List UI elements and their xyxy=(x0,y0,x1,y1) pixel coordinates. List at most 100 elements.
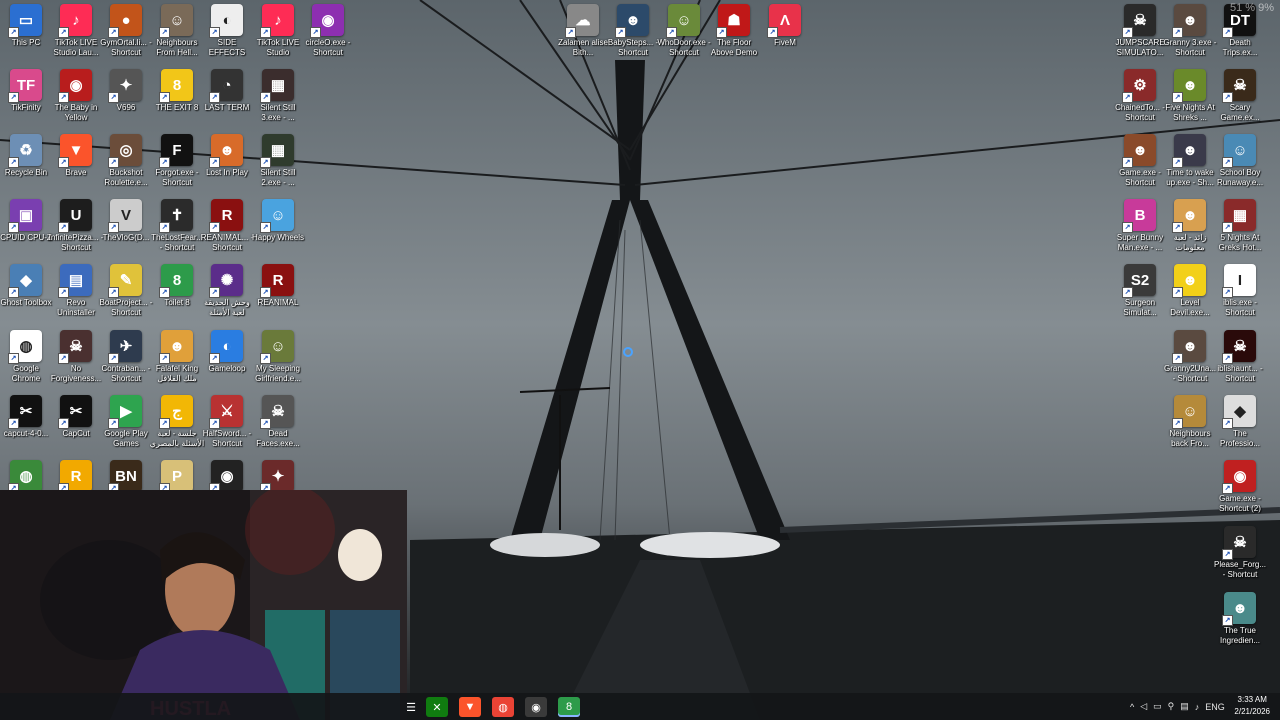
app-icon: ☻ ↗ xyxy=(1172,4,1206,38)
desktop-icon-neighbours-from-hell[interactable]: ☺ ↗ Neighbours From Hell... xyxy=(152,4,202,66)
desktop-icon-brave[interactable]: ▼ ↗ Brave xyxy=(51,134,101,196)
desktop-icon-reanimal-shortcut[interactable]: R ↗ REANIMAL... - Shortcut xyxy=(201,199,253,261)
shortcut-arrow-icon: ↗ xyxy=(666,27,677,38)
app-icon: 8 ↗ xyxy=(159,69,193,103)
volume-icon[interactable]: ◁ xyxy=(1140,701,1147,712)
desktop-icon-infinitepizza-shortcut[interactable]: U ↗ InfinitePizza... - Shortcut xyxy=(49,199,103,261)
desktop-icon-item-29[interactable]: ✺ ↗ وحش الحديقة لعبة الأمثلة xyxy=(202,264,252,326)
desktop-icon-gameloop[interactable]: ◐ ↗ Gameloop xyxy=(202,330,252,392)
taskbar-toilet8-icon[interactable]: 8 xyxy=(558,697,580,717)
speaker-icon[interactable]: ♪ xyxy=(1195,702,1200,712)
desktop-icon-level-devil-exe[interactable]: ☻ ↗ Level Devil.exe... xyxy=(1165,264,1215,326)
desktop-icon-super-bunny-man-exe[interactable]: B ↗ Super Bunny Man.exe - ... xyxy=(1115,199,1165,261)
shortcut-arrow-icon: ↗ xyxy=(1222,222,1233,233)
desktop-icon-halfsword-shortcut[interactable]: ⚔ ↗ HalfSword... - Shortcut xyxy=(202,395,252,457)
taskbar-chrome-icon[interactable]: ◍ xyxy=(492,697,514,717)
desktop-icon-thelostfear-shortcut[interactable]: ✝ ↗ TheLostFear... - Shortcut xyxy=(151,199,203,261)
desktop-icon-tiktok-live-studio-lau[interactable]: ♪ ↗ TikTok LIVE Studio Lau... xyxy=(51,4,101,66)
desktop-icon-my-sleeping-girlfriend-e[interactable]: ☺ ↗ My Sleeping Girlfriend.e... xyxy=(253,330,303,392)
desktop-icon-granny2una-shortcut[interactable]: ☻ ↗ Granny2Una... - Shortcut xyxy=(1164,330,1216,392)
desktop-icon-whodoor-exe-shortcut[interactable]: ☺ ↗ WhoDoor.exe - Shortcut xyxy=(657,4,711,66)
app-icon: ☠ ↗ xyxy=(1222,330,1256,364)
desktop-icon-contraban-shortcut[interactable]: ✈ ↗ Contraban... - Shortcut xyxy=(101,330,151,392)
desktop-icon-label: CapCut xyxy=(62,429,90,438)
desktop-icon-iblishaunt-shortcut[interactable]: ☠ ↗ iblishaunt... - Shortcut xyxy=(1215,330,1265,392)
desktop-icon-chainedto-shortcut[interactable]: ⚙ ↗ ChainedTo... - Shortcut xyxy=(1115,69,1165,131)
desktop-icon-circleo-exe-shortcut[interactable]: ◉ ↗ circleO.exe - Shortcut xyxy=(303,4,353,66)
desktop-icon-the-professio[interactable]: ◆ ↗ The Professio... xyxy=(1215,395,1265,457)
desktop-icon-this-pc[interactable]: ▭ ↗ This PC xyxy=(1,4,51,66)
desktop-icon-toilet-8[interactable]: 8 ↗ Toilet 8 xyxy=(152,264,202,326)
desktop-icon-the-floor-above-demo[interactable]: ☗ ↗ The Floor Above Demo xyxy=(709,4,759,66)
desktop-icon-scary-game-ex[interactable]: ☠ ↗ Scary Game.ex... xyxy=(1215,69,1265,131)
desktop-icon-iblis-exe-shortcut[interactable]: I ↗ iblis.exe - Shortcut xyxy=(1215,264,1265,326)
desktop-icon-time-to-wake-up-exe-sh[interactable]: ☻ ↗ Time to wake up.exe - Sh... xyxy=(1165,134,1215,196)
taskview-icon[interactable]: ☰ xyxy=(400,697,422,717)
desktop-icon-five-nights-at-shreks[interactable]: ☻ ↗ Five Nights At Shreks ... xyxy=(1165,69,1215,131)
desktop-icon-the-true-ingredien[interactable]: ☻ ↗ The True Ingredien... xyxy=(1215,592,1265,654)
clock[interactable]: 3:33 AM 2/21/2026 xyxy=(1234,694,1270,718)
desktop-icon-zalamen-alise-bith[interactable]: ☁ ↗ Zalamen alise Bith... xyxy=(558,4,608,66)
desktop-icon-neighbours-back-fro[interactable]: ☺ ↗ Neighbours back Fro... xyxy=(1165,395,1215,457)
desktop-icon-v696[interactable]: ✦ ↗ V696 xyxy=(101,69,151,131)
desktop-icon-dead-faces-exe[interactable]: ☠ ↗ Dead Faces.exe... xyxy=(253,395,303,457)
desktop-icon-surgeon-simulat[interactable]: S2 ↗ Surgeon Simulat... xyxy=(1115,264,1165,326)
camera-icon[interactable]: ▭ xyxy=(1153,701,1162,712)
shortcut-arrow-icon: ↗ xyxy=(260,92,271,103)
desktop-icon-reanimal[interactable]: R ↗ REANIMAL xyxy=(253,264,303,326)
desktop-icon-ghost-toolbox[interactable]: ◆ ↗ Ghost Toolbox xyxy=(1,264,52,326)
desktop-icon-capcut[interactable]: ✂ ↗ CapCut xyxy=(51,395,101,457)
desktop-icon-lost-in-play[interactable]: ☻ ↗ Lost In Play xyxy=(202,134,252,196)
desktop-icon-item-10[interactable]: ☻ ↗ زائد - لعبة معلومات xyxy=(1165,199,1215,261)
desktop-icon-school-boy-runaway-e[interactable]: ☺ ↗ School Boy Runaway.e... xyxy=(1215,134,1265,196)
desktop-icon-boatproject-shortcut[interactable]: ✎ ↗ BoatProject... - Shortcut xyxy=(100,264,152,326)
desktop-icon-babysteps-shortcut[interactable]: ☻ ↗ BabySteps... - Shortcut xyxy=(608,4,658,66)
desktop-icon-falafel-king[interactable]: ☻ ↗ Falafel King ملك الفلافل xyxy=(152,330,202,392)
desktop-icon-label: SIDE EFFECTS xyxy=(208,38,246,57)
taskbar-obs-icon[interactable]: ◉ xyxy=(525,697,547,717)
desktop-icon-thevlog-d[interactable]: V ↗ TheVloG(D... xyxy=(101,199,151,261)
taskbar-brave-icon[interactable]: ▼ xyxy=(459,697,481,717)
shortcut-arrow-icon: ↗ xyxy=(1222,483,1233,494)
desktop-icon-the-exit-8[interactable]: 8 ↗ THE EXIT 8 xyxy=(152,69,202,131)
desktop-icon-label: THE EXIT 8 xyxy=(155,103,199,112)
language-indicator[interactable]: ENG xyxy=(1205,702,1225,712)
desktop-icon-please-forg-shortcut[interactable]: ☠ ↗ Please_Forg... - Shortcut xyxy=(1214,526,1266,588)
desktop-icon-happy-wheels[interactable]: ☺ ↗ Happy Wheels xyxy=(252,199,304,261)
desktop-icon-capcut-4-0[interactable]: ✂ ↗ capcut-4-0... xyxy=(1,395,51,457)
desktop-icon-label: Forgot.exe - Shortcut xyxy=(155,168,199,187)
tray-chevron-icon[interactable]: ^ xyxy=(1130,702,1134,712)
desktop-icon-google-play-games[interactable]: ▶ ↗ Google Play Games xyxy=(101,395,151,457)
desktop-icon-the-baby-in-yellow[interactable]: ◉ ↗ The Baby in Yellow xyxy=(51,69,101,131)
app-icon: B ↗ xyxy=(1122,199,1156,233)
taskbar-xbox-icon[interactable]: ✕ xyxy=(426,697,448,717)
desktop-icon-item-40[interactable]: ج ↗ جلسة - لعبة الأسئلة بالمصري xyxy=(150,395,204,457)
desktop-icon-no-forgiveness[interactable]: ☠ ↗ No Forgiveness... xyxy=(51,330,101,392)
desktop-icon-jumpscare-simulato[interactable]: ☠ ↗ JUMPSCARE SIMULATO... xyxy=(1115,4,1165,66)
desktop-icon-google-chrome[interactable]: ◍ ↗ Google Chrome xyxy=(1,330,51,392)
desktop-icon-label: Recycle Bin xyxy=(4,168,48,177)
network-icon[interactable]: ▤ xyxy=(1180,701,1189,712)
desktop-icon-silent-still-2-exe[interactable]: ▦ ↗ Silent Still 2.exe - ... xyxy=(253,134,303,196)
desktop-icon-tikfinity[interactable]: TF ↗ TikFinity xyxy=(1,69,51,131)
desktop-icon-side-effects[interactable]: ◐ ↗ SIDE EFFECTS xyxy=(202,4,252,66)
app-icon: ☠ ↗ xyxy=(1122,4,1156,38)
desktop-icon-game-exe-shortcut-2[interactable]: ◉ ↗ Game.exe - Shortcut (2) xyxy=(1215,460,1265,522)
desktop-icon-last-term[interactable]: ◔ ↗ LAST TERM xyxy=(202,69,252,131)
desktop-icon-fivem[interactable]: Λ ↗ FiveM xyxy=(760,4,810,66)
desktop-icon-label: Scary Game.ex... xyxy=(1220,103,1260,122)
desktop-icon-forgot-exe-shortcut[interactable]: F ↗ Forgot.exe - Shortcut xyxy=(152,134,202,196)
microphone-icon[interactable]: ⚲ xyxy=(1168,701,1175,712)
app-icon: ☻ ↗ xyxy=(1172,330,1206,364)
desktop-icon-buckshot-roulette-e[interactable]: ◎ ↗ Buckshot Roulette.e... xyxy=(101,134,151,196)
desktop-icon-5-nights-at-greks-hot[interactable]: ▦ ↗ 5 Nights At Greks Hot... xyxy=(1215,199,1265,261)
desktop-icon-revo-uninstaller[interactable]: ▤ ↗ Revo Uninstaller xyxy=(51,264,101,326)
desktop-icon-game-exe-shortcut[interactable]: ☻ ↗ Game.exe - Shortcut xyxy=(1115,134,1165,196)
desktop-icon-recycle-bin[interactable]: ♻ ↗ Recycle Bin xyxy=(1,134,51,196)
shortcut-arrow-icon: ↗ xyxy=(565,27,576,38)
desktop-icon-granny-3-exe-shortcut[interactable]: ☻ ↗ Granny 3.exe - Shortcut xyxy=(1164,4,1216,66)
desktop-icon-silent-still-3-exe[interactable]: ▦ ↗ Silent Still 3.exe - ... xyxy=(253,69,303,131)
desktop-icon-tiktok-live-studio[interactable]: ♪ ↗ TikTok LIVE Studio xyxy=(253,4,303,66)
desktop-icon-cpuid-cpu-z[interactable]: ▣ ↗ CPUID CPU-Z xyxy=(0,199,52,261)
desktop-icon-gymortal-li-shortcut[interactable]: ● ↗ GymOrtal.li... - Shortcut xyxy=(100,4,152,66)
